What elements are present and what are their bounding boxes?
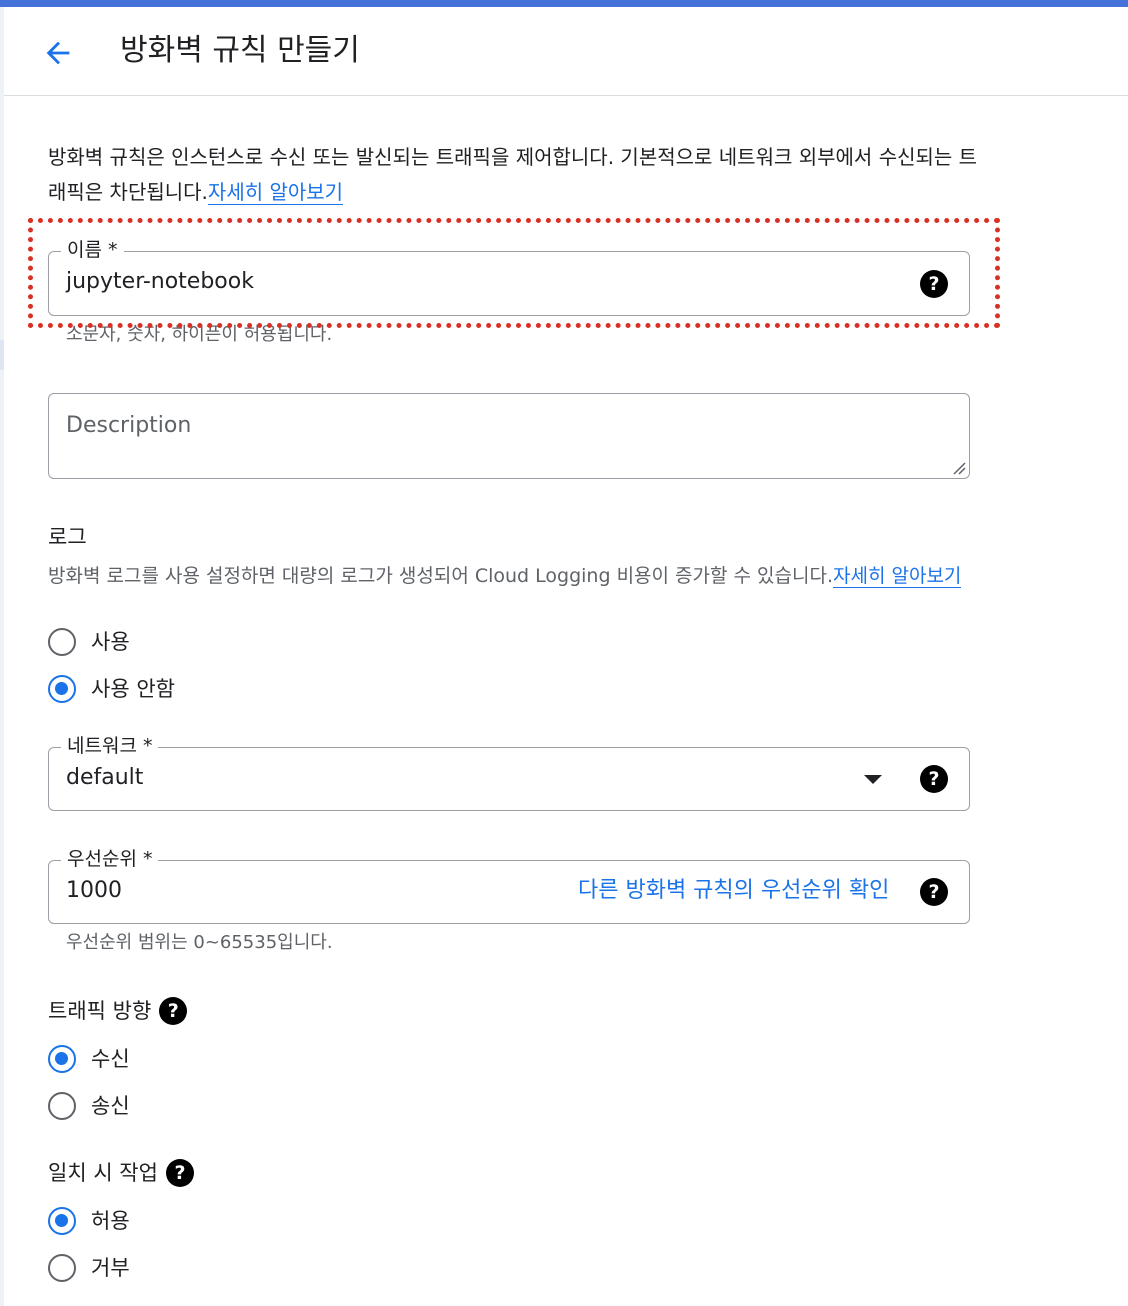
radio-label: 사용 안함 [91,677,175,701]
logs-section-title: 로그 [48,522,87,552]
name-field-hint: 소문자, 숫자, 하이픈이 허용됩니다. [66,324,333,345]
help-icon[interactable]: ? [920,270,948,298]
radio-ingress[interactable]: 수신 [48,1043,130,1075]
help-icon[interactable]: ? [165,1159,194,1187]
name-field-value[interactable]: jupyter-notebook [66,266,254,298]
radio-button-checked[interactable] [48,1045,76,1073]
description-placeholder: Description [66,413,192,438]
radio-egress[interactable]: 송신 [48,1090,130,1122]
network-select[interactable]: 네트워크 * default ? [48,733,970,811]
traffic-direction-label: 트래픽 방향 [48,999,152,1023]
radio-label: 사용 [91,630,130,654]
left-edge [0,7,4,1306]
network-field-value[interactable]: default [66,762,143,794]
dropdown-arrow-icon[interactable] [864,775,882,784]
left-edge-marker [0,340,4,370]
intro-text: 방화벽 규칙은 인스턴스로 수신 또는 발신되는 트래픽을 제어합니다. 기본적… [48,140,978,210]
radio-label: 거부 [91,1256,130,1280]
priority-field-label: 우선순위 * [61,846,159,872]
name-field-label: 이름 * [61,237,124,263]
radio-button[interactable] [48,1092,76,1120]
intro-learn-more-link[interactable]: 자세히 알아보기 [207,180,344,205]
top-accent-bar [0,0,1128,7]
back-button[interactable] [38,33,78,73]
description-field[interactable]: Description [48,393,970,479]
help-icon[interactable]: ? [920,878,948,906]
radio-label: 수신 [91,1047,130,1071]
traffic-direction-title: 트래픽 방향 ? [48,996,188,1026]
radio-button-checked[interactable] [48,675,76,703]
network-field-label: 네트워크 * [61,733,159,759]
help-icon[interactable]: ? [159,997,188,1025]
action-on-match-title: 일치 시 작업 ? [48,1158,194,1188]
logs-learn-more-link[interactable]: 자세히 알아보기 [833,565,962,588]
help-icon[interactable]: ? [920,765,948,793]
radio-label: 송신 [91,1094,130,1118]
radio-button[interactable] [48,628,76,656]
name-field[interactable]: 이름 * jupyter-notebook ? [48,237,970,316]
radio-logs-on[interactable]: 사용 [48,626,130,658]
radio-allow[interactable]: 허용 [48,1205,130,1237]
intro-description: 방화벽 규칙은 인스턴스로 수신 또는 발신되는 트래픽을 제어합니다. 기본적… [48,145,978,204]
logs-description: 방화벽 로그를 사용 설정하면 대량의 로그가 생성되어 Cloud Loggi… [48,562,978,591]
priority-hint: 우선순위 범위는 0~65535입니다. [66,932,333,953]
action-on-match-label: 일치 시 작업 [48,1161,158,1185]
radio-label: 허용 [91,1209,130,1233]
priority-field[interactable]: 우선순위 * 1000 다른 방화벽 규칙의 우선순위 확인 ? [48,846,970,924]
radio-button-checked[interactable] [48,1207,76,1235]
page-title: 방화벽 규칙 만들기 [120,33,360,68]
radio-logs-off[interactable]: 사용 안함 [48,673,175,705]
page-header: 방화벽 규칙 만들기 [4,7,1128,96]
check-priority-link[interactable]: 다른 방화벽 규칙의 우선순위 확인 [578,875,889,907]
logs-description-text: 방화벽 로그를 사용 설정하면 대량의 로그가 생성되어 Cloud Loggi… [48,565,834,587]
priority-field-value[interactable]: 1000 [66,875,122,907]
radio-button[interactable] [48,1254,76,1282]
logs-title: 로그 [48,525,87,549]
arrow-back-icon [46,41,70,65]
radio-deny[interactable]: 거부 [48,1252,130,1284]
resize-handle-icon[interactable] [952,461,966,475]
